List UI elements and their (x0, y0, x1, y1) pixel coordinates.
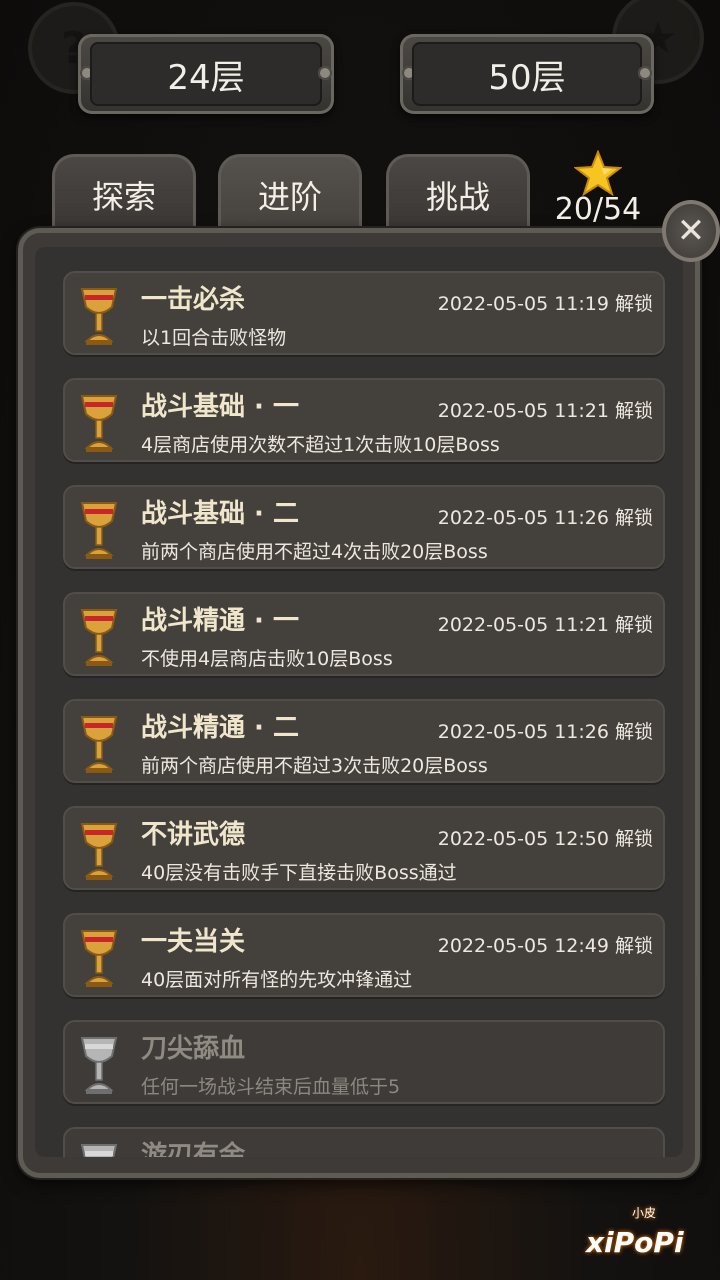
achievement-item[interactable]: 一击必杀 2022-05-05 11:19 解锁以1回合击败怪物 (63, 271, 665, 355)
watermark-logo: 小皮 xiPoPi (586, 1206, 716, 1276)
achievement-item[interactable]: 战斗基础 · 一 2022-05-05 11:21 解锁 4层商店使用次数不超过1次… (63, 378, 665, 462)
achievement-title: 战斗基础 · 二 (141, 499, 299, 529)
watermark-text: xiPoPi (586, 1226, 684, 1259)
unlock-time: 2022-05-05 11:21 解锁 (437, 614, 653, 636)
silver-trophy-icon (79, 1034, 119, 1096)
achievement-item[interactable]: 战斗基础 · 二 2022-05-05 11:26 解锁前两个商店使用不超过4次击… (63, 485, 665, 569)
game-screen: ? ★ 24层 50层 探索 进阶 挑战 20/54 一击必杀 2022-05-0… (0, 0, 720, 1280)
unlock-time: 2022-05-05 11:19 解锁 (437, 293, 653, 315)
achievement-item[interactable]: 一夫当关 2022-05-05 12:49 解锁 40层面对所有怪的先攻冲锋通过 (63, 913, 665, 997)
achievement-title: 不讲武德 (141, 820, 246, 850)
achievement-title: 战斗精通 · 二 (141, 713, 299, 743)
achievement-title: 一击必杀 (141, 285, 246, 315)
gold-trophy-icon (79, 820, 119, 882)
unlock-time: 2022-05-05 11:21 解锁 (437, 400, 653, 422)
achievement-item[interactable]: 游刃有余 (63, 1127, 665, 1157)
achievement-description: 4层商店使用次数不超过1次击败10层Boss (141, 434, 500, 456)
tab-explore[interactable]: 探索 (52, 154, 196, 233)
close-button[interactable]: ✕ (662, 200, 720, 262)
achievement-description: 前两个商店使用不超过4次击败20层Boss (141, 541, 488, 563)
unlock-time: 2022-05-05 11:26 解锁 (437, 507, 653, 529)
current-floor-plaque: 24层 (78, 34, 334, 114)
silver-trophy-icon (79, 1141, 119, 1157)
gold-trophy-icon (79, 392, 119, 454)
achievement-item[interactable]: 刀尖舔血任何一场战斗结束后血量低于5 (63, 1020, 665, 1104)
star-count: 20/54 (554, 192, 642, 227)
achievement-description: 任何一场战斗结束后血量低于5 (141, 1076, 401, 1098)
gold-trophy-icon (79, 713, 119, 775)
achievement-description: 40层没有击败手下直接击败Boss通过 (141, 862, 457, 884)
close-icon: ✕ (676, 211, 706, 251)
achievement-description: 前两个商店使用不超过3次击败20层Boss (141, 755, 488, 777)
achievement-panel: 一击必杀 2022-05-05 11:19 解锁以1回合击败怪物战斗基础 · 一 2… (18, 228, 700, 1178)
unlock-time: 2022-05-05 12:50 解锁 (437, 828, 653, 850)
unlock-time: 2022-05-05 12:49 解锁 (437, 935, 653, 957)
achievement-list[interactable]: 一击必杀 2022-05-05 11:19 解锁以1回合击败怪物战斗基础 · 一 2… (35, 247, 683, 1157)
achievement-item[interactable]: 不讲武德 2022-05-05 12:50 解锁 40层没有击败手下直接击败Boss… (63, 806, 665, 890)
tab-advance[interactable]: 进阶 (218, 154, 362, 233)
achievement-item[interactable]: 战斗精通 · 一 2022-05-05 11:21 解锁不使用4层商店击败10层B… (63, 592, 665, 676)
achievement-title: 刀尖舔血 (141, 1034, 246, 1064)
tab-challenge[interactable]: 挑战 (386, 154, 530, 233)
gold-trophy-icon (79, 927, 119, 989)
gold-trophy-icon (79, 606, 119, 668)
gold-trophy-icon (79, 499, 119, 561)
max-floor-plaque: 50层 (400, 34, 654, 114)
achievement-item[interactable]: 战斗精通 · 二 2022-05-05 11:26 解锁前两个商店使用不超过3次击… (63, 699, 665, 783)
achievement-description: 以1回合击败怪物 (141, 327, 287, 349)
star-icon (574, 150, 622, 196)
max-floor-label: 50层 (412, 42, 642, 106)
achievement-title: 战斗精通 · 一 (141, 606, 299, 636)
unlock-time: 2022-05-05 11:26 解锁 (437, 721, 653, 743)
achievement-title: 游刃有余 (141, 1141, 246, 1157)
achievement-description: 不使用4层商店击败10层Boss (141, 648, 393, 670)
rivet-icon (318, 66, 332, 80)
current-floor-label: 24层 (90, 42, 322, 106)
gold-trophy-icon (79, 285, 119, 347)
achievement-title: 战斗基础 · 一 (141, 392, 299, 422)
achievement-description: 40层面对所有怪的先攻冲锋通过 (141, 969, 413, 991)
watermark-small-text: 小皮 (632, 1206, 657, 1220)
achievement-title: 一夫当关 (141, 927, 246, 957)
rivet-icon (638, 66, 652, 80)
